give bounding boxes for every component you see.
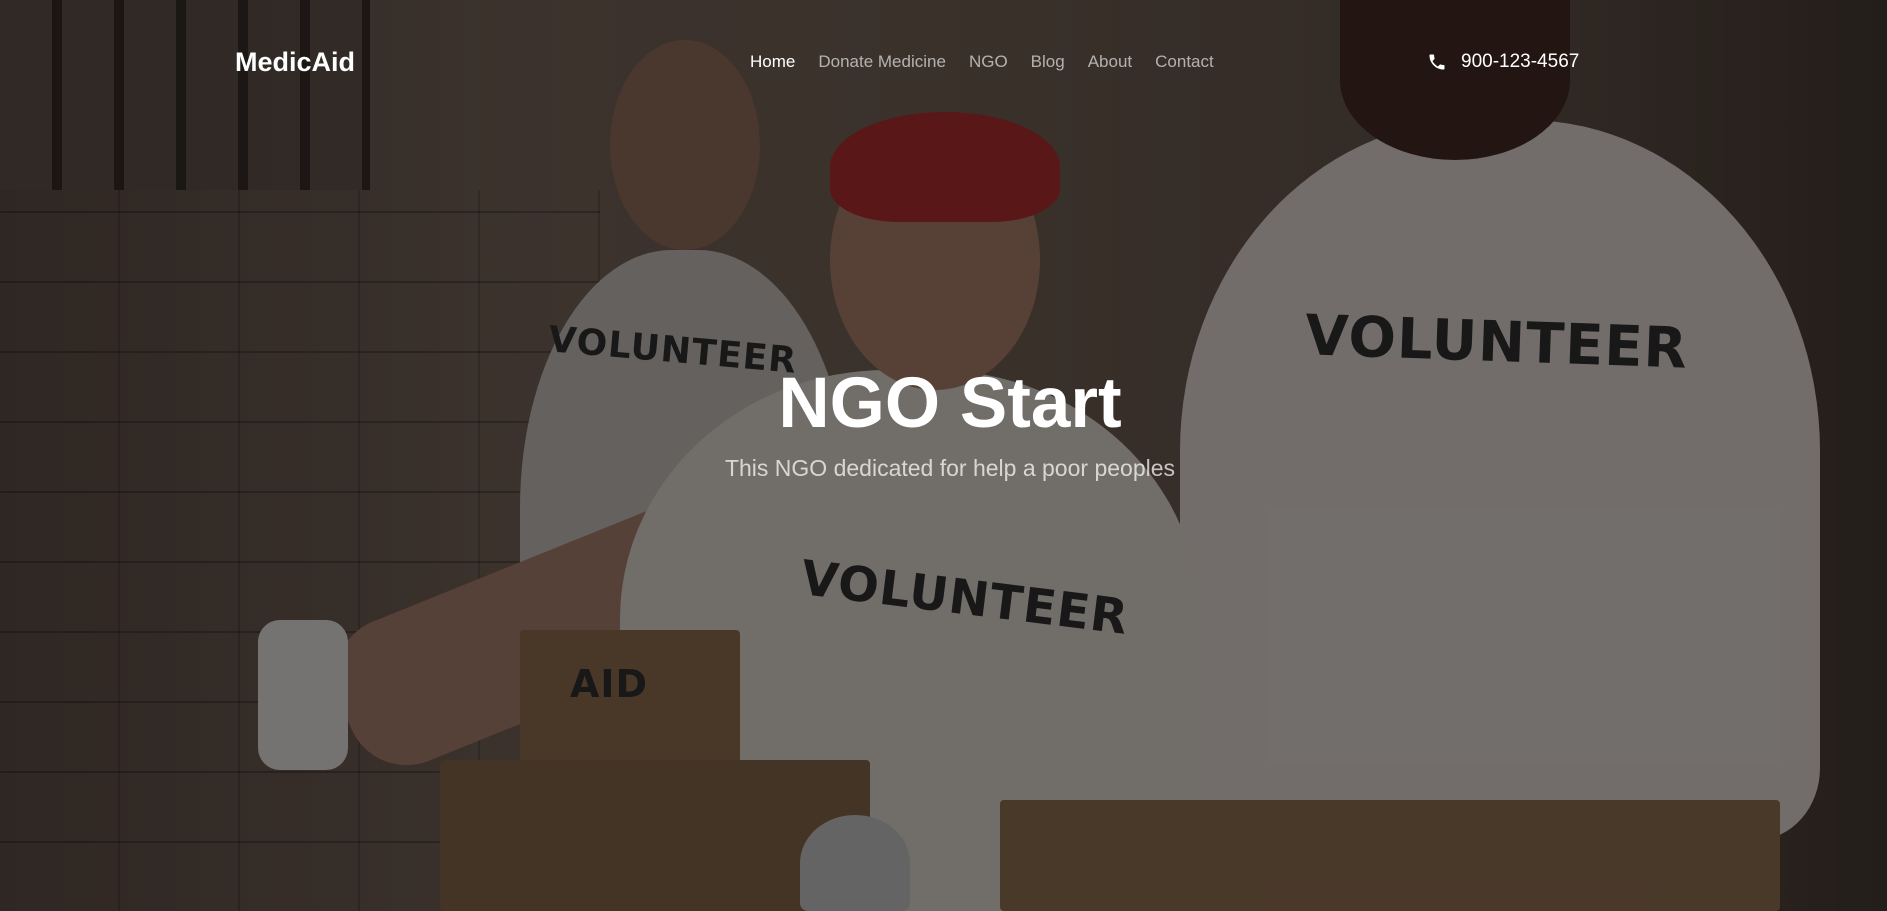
nav-menu: Home Donate Medicine NGO Blog About Cont…: [750, 52, 1214, 72]
nav-item-home: Home: [750, 52, 795, 72]
phone-icon: [1429, 54, 1445, 70]
hero-subtitle: This NGO dedicated for help a poor peopl…: [724, 455, 1176, 482]
nav-item-about: About: [1088, 52, 1132, 72]
hero-section: VOLUNTEER VOLUNTEER VOLUNTEER AID MedicA…: [0, 0, 1887, 911]
nav-link-about[interactable]: About: [1088, 52, 1132, 71]
nav-item-contact: Contact: [1155, 52, 1214, 72]
nav-link-donate-medicine[interactable]: Donate Medicine: [818, 52, 946, 71]
hero-title: NGO Start: [778, 364, 1122, 443]
nav-link-home[interactable]: Home: [750, 52, 795, 71]
brand-logo[interactable]: MedicAid: [235, 47, 355, 78]
nav-link-contact[interactable]: Contact: [1155, 52, 1214, 71]
nav-link-ngo[interactable]: NGO: [969, 52, 1008, 71]
navbar: MedicAid Home Donate Medicine NGO Blog A…: [0, 0, 1887, 124]
nav-item-donate-medicine: Donate Medicine: [818, 52, 946, 72]
phone-contact[interactable]: 900-123-4567: [1427, 51, 1579, 73]
nav-link-blog[interactable]: Blog: [1031, 52, 1065, 71]
nav-item-ngo: NGO: [969, 52, 1008, 72]
hero-content: NGO Start This NGO dedicated for help a …: [0, 364, 1887, 482]
phone-number: 900-123-4567: [1461, 51, 1580, 72]
nav-item-blog: Blog: [1031, 52, 1065, 72]
